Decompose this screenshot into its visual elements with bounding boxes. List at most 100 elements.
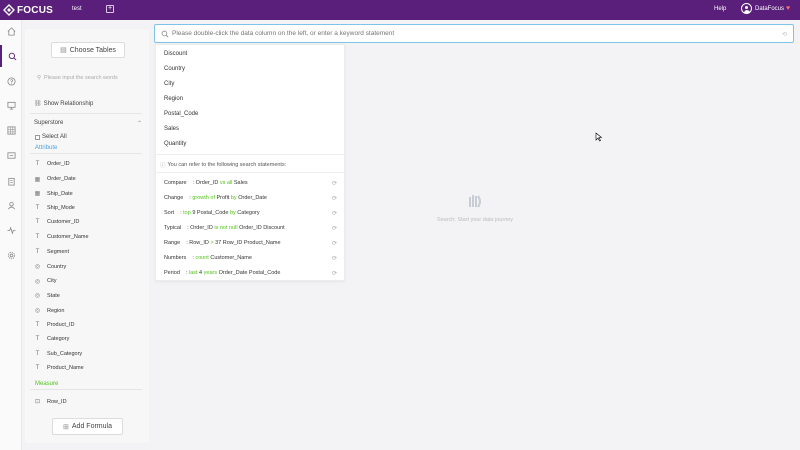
attribute-field[interactable]: T Sub_Category: [34, 351, 83, 357]
example-statement[interactable]: Compare: Order_ID vs all Sales: [164, 180, 248, 186]
checkbox-icon: [35, 134, 40, 140]
attribute-group-label: Attribute: [35, 145, 58, 151]
attribute-field[interactable]: ◎ Country: [34, 263, 66, 271]
attribute-field[interactable]: ◎ State: [34, 292, 60, 300]
example-label: Sort: [164, 210, 175, 216]
suggestion-item[interactable]: Region: [164, 96, 183, 102]
field-name: Order_Date: [47, 176, 76, 183]
refresh-icon[interactable]: ⟳: [332, 255, 337, 262]
main-search-input[interactable]: [172, 30, 762, 37]
table-header[interactable]: Superstore ⌃: [34, 120, 142, 127]
attribute-field[interactable]: ◎ Region: [34, 307, 65, 315]
user-name: DataFocus: [755, 5, 785, 12]
nav-search[interactable]: [0, 45, 22, 67]
refresh-icon[interactable]: ⟳: [332, 195, 337, 202]
attribute-field[interactable]: T Order_ID: [34, 161, 70, 167]
geo-type-icon: ◎: [34, 308, 41, 314]
divider: [30, 153, 142, 154]
nav-help[interactable]: [0, 70, 22, 92]
refresh-icon[interactable]: ⟳: [332, 210, 337, 217]
field-name: Ship_Mode: [47, 204, 75, 211]
hint-text: You can refer to the following search st…: [167, 162, 287, 168]
field-name: Order_ID: [47, 161, 70, 167]
attribute-field[interactable]: T Category: [34, 336, 70, 342]
field-name: Ship_Date: [47, 190, 73, 197]
field-name: Row_ID: [47, 398, 67, 405]
home-icon: [7, 26, 15, 36]
example-statement[interactable]: Range: Row_ID > 37 Row_ID Product_Name: [164, 240, 281, 246]
empty-state-text: Search: Start your data journey: [436, 217, 514, 223]
suggestion-item[interactable]: Sales: [164, 126, 179, 132]
divider: [30, 389, 142, 390]
statement-token: Profit: [214, 195, 231, 201]
help-link[interactable]: Help: [714, 6, 726, 12]
keyword-token: vs all: [219, 180, 233, 186]
attribute-field[interactable]: ◎ City: [34, 278, 57, 285]
nav-activity[interactable]: [0, 219, 22, 241]
attribute-field[interactable]: T Customer_Name: [34, 234, 89, 240]
text-type-icon: T: [35, 365, 40, 372]
nav-table[interactable]: [0, 119, 22, 141]
attribute-field[interactable]: T Product_Name: [34, 365, 84, 371]
geo-type-icon: ◎: [34, 264, 41, 271]
suggestion-item[interactable]: City: [164, 81, 174, 87]
example-label: Change: [164, 195, 184, 201]
nav-message[interactable]: [0, 144, 22, 166]
text-type-icon: T: [35, 234, 40, 240]
attribute-field[interactable]: T Segment: [34, 249, 69, 255]
refresh-icon[interactable]: ⟳: [332, 225, 337, 232]
refresh-icon[interactable]: ⟳: [332, 270, 337, 277]
select-all-checkbox[interactable]: Select All: [35, 134, 67, 140]
select-all-label: Select All: [42, 134, 67, 140]
link-icon: ⛓: [34, 101, 42, 107]
search-icon: [8, 52, 16, 60]
attribute-field[interactable]: ▦ Ship_Date: [34, 190, 73, 198]
nav-user[interactable]: [0, 194, 22, 216]
nav-document[interactable]: [0, 170, 22, 192]
statement-token: : Order_ID: [187, 225, 215, 231]
example-statement[interactable]: Typical: Order_ID is not null Order_ID D…: [164, 225, 285, 231]
suggestion-item[interactable]: Postal_Code: [164, 111, 198, 117]
main-search-bar[interactable]: ⟲: [154, 24, 794, 43]
nav-settings[interactable]: [0, 244, 22, 266]
attribute-field[interactable]: T Customer_ID: [34, 219, 80, 225]
divider: [30, 113, 142, 114]
example-statement[interactable]: Period: last 4 years Order_Date Postal_C…: [164, 270, 280, 276]
refresh-icon[interactable]: ⟳: [332, 180, 337, 187]
add-formula-button[interactable]: ⊞ Add Formula: [52, 418, 123, 435]
add-tab-button[interactable]: +: [106, 5, 114, 13]
nav-home[interactable]: [0, 20, 22, 42]
nav-monitor[interactable]: [0, 94, 22, 116]
choose-tables-button[interactable]: ▤ Choose Tables: [51, 42, 125, 58]
monitor-icon: [6, 101, 16, 110]
keyword-token: count: [195, 255, 209, 261]
field-name: Region: [47, 307, 65, 314]
tab-title[interactable]: test: [72, 6, 82, 12]
example-statement[interactable]: Sort: top 9 Postal_Code by Category: [164, 210, 260, 216]
user-menu[interactable]: DataFocus ♥: [741, 3, 790, 14]
choose-tables-label: Choose Tables: [69, 46, 116, 54]
measure-field[interactable]: ⊡ Row_ID: [34, 398, 67, 406]
table-icon: [6, 125, 16, 135]
refresh-icon[interactable]: ⟳: [332, 240, 337, 247]
clear-icon[interactable]: ⟲: [782, 31, 787, 38]
formula-icon: ⊞: [63, 423, 69, 431]
show-relationship-toggle[interactable]: ⛓ Show Relationship: [34, 100, 93, 108]
chevron-up-icon[interactable]: ⌃: [137, 120, 142, 127]
suggestion-item[interactable]: Discount: [164, 51, 187, 57]
suggestion-item[interactable]: Country: [164, 66, 185, 72]
left-nav: [0, 20, 22, 450]
field-name: State: [47, 292, 60, 299]
field-name: Product_ID: [47, 321, 75, 328]
attribute-field[interactable]: T Ship_Mode: [34, 205, 75, 211]
attribute-field[interactable]: T Product_ID: [34, 322, 75, 328]
date-type-icon: ▦: [34, 191, 41, 198]
suggestion-item[interactable]: Quantity: [164, 141, 186, 147]
text-type-icon: T: [35, 204, 40, 211]
example-statement[interactable]: Numbers: count Customer_Name: [164, 255, 252, 261]
attribute-field[interactable]: ▦ Order_Date: [34, 176, 76, 183]
statement-token: : Order_ID: [192, 180, 220, 186]
example-statement[interactable]: Change: growth of Profit by Order_Date: [164, 195, 267, 201]
field-search-input[interactable]: ⚲ Please input the search words: [37, 75, 118, 81]
logo[interactable]: FOCUS: [3, 4, 63, 16]
